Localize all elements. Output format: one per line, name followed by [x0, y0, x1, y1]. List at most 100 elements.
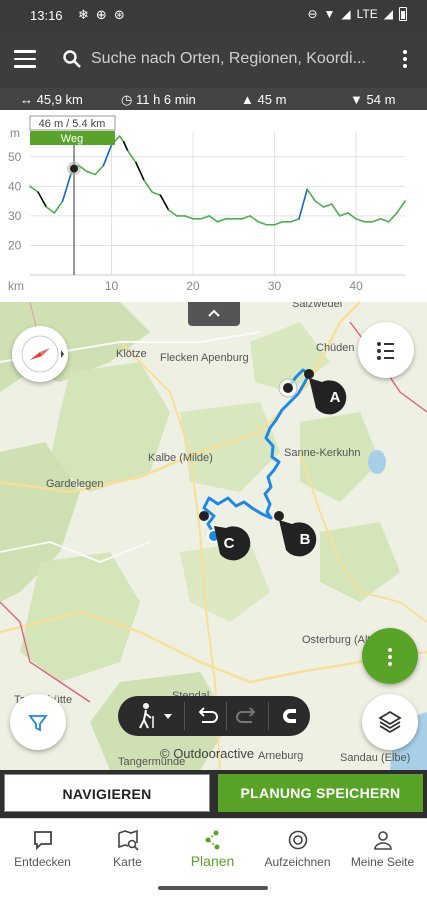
map-layers-button[interactable] — [362, 694, 418, 750]
waypoint-a-marker[interactable]: A — [318, 381, 352, 415]
elevation-segment — [122, 141, 129, 152]
place-label: Arneburg — [258, 750, 304, 762]
action-bar: NAVIGIEREN PLANUNG SPEICHERN — [0, 770, 427, 818]
y-axis-label: m — [10, 126, 20, 140]
x-tick-label: 20 — [186, 279, 200, 293]
collapse-profile-button[interactable] — [188, 302, 240, 326]
search-input[interactable]: Suche nach Orten, Regionen, Koordi... — [91, 50, 366, 68]
ascent-icon: ▲ — [241, 92, 254, 107]
funnel-icon — [28, 715, 48, 732]
nav-label: Entdecken — [14, 855, 71, 869]
distance-arrows-icon: ↔ — [20, 92, 33, 107]
nav-item-planen[interactable]: Planen — [170, 819, 255, 881]
elevation-segment — [379, 218, 390, 223]
elevation-segment — [330, 203, 341, 217]
network-type: LTE — [356, 7, 378, 21]
place-label: Sanne-Kerkuhn — [284, 447, 361, 459]
elevation-segment — [257, 221, 268, 226]
app-root: 13:16 ❄ ⊕ ⊛ ⊖ ▼ ◢ LTE ◢ Suche nach Orten… — [0, 0, 427, 900]
record-icon — [288, 830, 308, 850]
hiking-mode-button[interactable] — [126, 696, 182, 736]
hamburger-menu-icon[interactable] — [14, 50, 36, 68]
elevation-segment — [371, 218, 382, 223]
elevation-segment — [314, 200, 325, 208]
bottom-navigation: Entdecken Karte Planen Aufzeichnen Meine… — [0, 818, 427, 880]
elevation-segment — [37, 191, 48, 208]
steering-icon: ⊛ — [113, 7, 125, 22]
clock-icon: ◷ — [121, 92, 133, 107]
cursor-label: 46 m / 5.4 km — [39, 118, 106, 130]
elevation-profile[interactable]: 50 40 30 20 m 10 20 30 40 km 46 m / 5.4 km Weg — [0, 110, 427, 300]
nav-label: Karte — [113, 855, 142, 869]
elevation-segment — [290, 218, 300, 223]
route-stats-bar: ↔ 45,9 km ◷ 11 h 6 min ▲ 45 m ▼ 54 m — [0, 88, 427, 110]
hiker-icon — [139, 703, 172, 729]
descent-icon: ▼ — [350, 92, 363, 107]
nav-item-aufzeichnen[interactable]: Aufzeichnen — [255, 819, 340, 881]
wifi-icon: ▼ — [323, 7, 336, 21]
filter-button[interactable] — [10, 694, 66, 750]
cursor-point[interactable] — [70, 164, 79, 173]
place-label: Sandau (Elbe) — [340, 752, 411, 764]
ascent-stat: ▲ 45 m — [241, 92, 286, 107]
nav-label: Aufzeichnen — [264, 855, 331, 869]
compass-button[interactable] — [12, 326, 68, 382]
elevation-segment — [29, 185, 39, 194]
undo-button[interactable] — [186, 696, 226, 736]
x-axis-label: km — [8, 279, 24, 293]
nav-label: Meine Seite — [350, 855, 415, 869]
globe-icon: ⊕ — [95, 7, 107, 22]
elevation-segment — [396, 200, 406, 214]
place-label: Salzwedel — [292, 302, 343, 310]
elevation-segment — [159, 194, 170, 211]
nav-label: Planen — [190, 853, 235, 869]
elevation-segment — [387, 212, 398, 223]
nav-item-meine-seite[interactable]: Meine Seite — [340, 819, 427, 881]
nav-item-entdecken[interactable]: Entdecken — [0, 819, 85, 881]
x-tick-label: 40 — [349, 279, 363, 293]
way-type-label: Weg — [61, 133, 83, 145]
elevation-segment — [249, 215, 260, 223]
x-tick-label: 30 — [268, 279, 282, 293]
search-icon[interactable] — [63, 50, 81, 68]
place-label: Klötze — [116, 348, 147, 360]
more-options-button[interactable] — [362, 628, 418, 684]
map-view[interactable]: Salzwedel Chüden Klötze Flecken Apenburg… — [0, 302, 427, 770]
battery-icon — [399, 7, 407, 21]
elevation-segment — [135, 161, 145, 182]
routing-toolbar — [118, 696, 310, 736]
redo-icon — [236, 707, 256, 723]
compass-icon — [21, 335, 64, 373]
status-time: 13:16 — [30, 8, 63, 23]
distance-value: 45,9 km — [36, 92, 83, 107]
waypoint-b-label: B — [299, 531, 311, 548]
navigate-button[interactable]: NAVIGIEREN — [4, 774, 210, 812]
elevation-segment — [167, 209, 178, 217]
gesture-bar — [0, 880, 427, 900]
y-tick-label: 40 — [8, 179, 22, 193]
elevation-segment — [118, 135, 125, 143]
y-tick-label: 20 — [8, 238, 22, 252]
save-plan-button[interactable]: PLANUNG SPEICHERN — [218, 774, 423, 812]
elevation-segment — [306, 188, 317, 202]
elevation-segment — [53, 200, 64, 214]
redo-button[interactable] — [228, 696, 268, 736]
elevation-segment — [355, 218, 366, 223]
elevation-chart[interactable]: 50 40 30 20 m 10 20 30 40 km 46 m / 5.4 km Weg — [0, 110, 427, 300]
nav-item-karte[interactable]: Karte — [85, 819, 170, 881]
x-tick-label: 10 — [105, 279, 119, 293]
elevation-segment — [102, 144, 113, 167]
elevation-segment — [216, 218, 227, 223]
status-bar: 13:16 ❄ ⊕ ⊛ ⊖ ▼ ◢ LTE ◢ — [0, 0, 427, 32]
waypoint-c-marker[interactable]: C — [212, 527, 246, 561]
route-list-button[interactable] — [358, 322, 414, 378]
snap-to-path-button[interactable] — [270, 696, 310, 736]
signal-icon-2: ◢ — [383, 7, 393, 21]
overflow-menu-icon[interactable] — [403, 50, 407, 71]
y-tick-label: 50 — [8, 150, 22, 164]
undo-icon — [198, 707, 218, 723]
elevation-segment — [273, 221, 284, 226]
waypoint-b-marker[interactable]: B — [288, 523, 322, 557]
snowflake-icon: ❄ — [78, 7, 89, 22]
person-icon — [374, 831, 392, 850]
